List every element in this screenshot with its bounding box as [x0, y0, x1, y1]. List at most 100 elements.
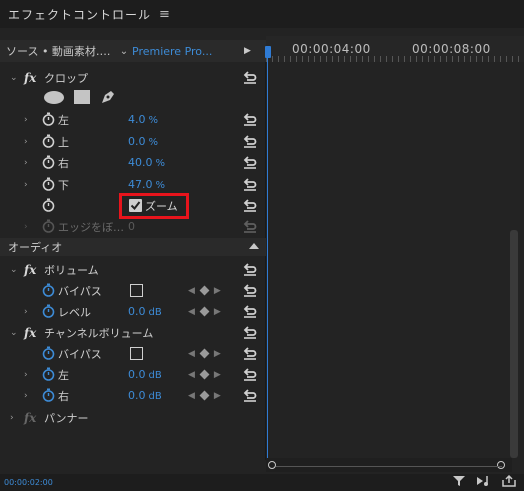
prev-keyframe-icon[interactable]: ◀ [188, 307, 195, 317]
property-row-bypass[interactable]: バイパス ◀ ▶ [0, 280, 266, 301]
bypass-checkbox[interactable] [130, 284, 143, 297]
next-keyframe-icon[interactable]: ▶ [214, 370, 221, 380]
prev-keyframe-icon[interactable]: ◀ [188, 349, 195, 359]
stopwatch-icon[interactable] [42, 219, 55, 233]
stopwatch-icon[interactable] [42, 304, 55, 318]
reset-icon[interactable] [243, 346, 257, 360]
play-audio-icon[interactable] [476, 475, 492, 487]
property-row-right-channel[interactable]: › 右 0.0 dB ◀ ▶ [0, 385, 266, 406]
reset-icon[interactable] [243, 219, 257, 233]
expand-chevron-icon[interactable]: › [10, 413, 14, 423]
reset-icon[interactable] [243, 155, 257, 169]
stopwatch-icon[interactable] [42, 198, 55, 212]
next-keyframe-icon[interactable]: ▶ [214, 391, 221, 401]
scroll-start-handle[interactable] [268, 461, 276, 469]
expand-chevron-icon[interactable]: › [24, 307, 28, 317]
fx-icon[interactable]: fx [24, 71, 36, 85]
expand-chevron-icon[interactable]: › [24, 115, 28, 125]
reset-icon[interactable] [243, 134, 257, 148]
stopwatch-icon[interactable] [42, 177, 55, 191]
collapse-chevron-icon[interactable]: ⌄ [10, 73, 18, 83]
property-value[interactable]: 40.0% [128, 156, 165, 169]
filter-icon[interactable] [452, 475, 466, 487]
expand-chevron-icon[interactable]: › [24, 180, 28, 190]
effect-volume[interactable]: ⌄ fx ボリューム [0, 259, 266, 280]
reset-icon[interactable] [243, 283, 257, 297]
stopwatch-icon[interactable] [42, 134, 55, 148]
ellipse-mask-icon[interactable] [44, 90, 64, 104]
property-value[interactable]: 0.0 dB [128, 389, 162, 402]
vertical-scrollbar[interactable] [510, 230, 518, 458]
add-keyframe-icon[interactable] [199, 390, 210, 401]
property-row-right[interactable]: › 右 40.0% [0, 152, 266, 173]
play-triangle-icon[interactable]: ▶ [244, 46, 251, 56]
property-value[interactable]: 0.0 dB [128, 305, 162, 318]
collapse-triangle-icon[interactable] [249, 243, 259, 249]
property-row-bottom[interactable]: › 下 47.0% [0, 174, 266, 195]
audio-section-header[interactable]: オーディオ [0, 238, 266, 256]
reset-icon[interactable] [243, 367, 257, 381]
value-number[interactable]: 0.0 [128, 389, 146, 402]
rectangle-mask-icon[interactable] [74, 90, 90, 104]
value-number[interactable]: 0.0 [128, 305, 146, 318]
playhead-line[interactable] [267, 58, 268, 458]
prev-keyframe-icon[interactable]: ◀ [188, 286, 195, 296]
value-number[interactable]: 0.0 [128, 368, 146, 381]
add-keyframe-icon[interactable] [199, 348, 210, 359]
add-keyframe-icon[interactable] [199, 306, 210, 317]
panel-title[interactable]: エフェクトコントロール [8, 6, 151, 23]
chevron-down-icon[interactable]: ⌄ [116, 46, 132, 57]
timeline-ruler[interactable]: 00:00:04:00 00:00:08:00 [266, 36, 524, 62]
value-number[interactable]: 47.0 [128, 178, 153, 191]
hamburger-menu-icon[interactable]: ≡ [159, 8, 170, 21]
property-value[interactable]: 0.0% [128, 135, 158, 148]
property-row-left-channel[interactable]: › 左 0.0 dB ◀ ▶ [0, 364, 266, 385]
prev-keyframe-icon[interactable]: ◀ [188, 391, 195, 401]
reset-icon[interactable] [243, 388, 257, 402]
property-row-bypass[interactable]: バイパス ◀ ▶ [0, 343, 266, 364]
fx-icon[interactable]: fx [24, 263, 36, 277]
zoom-label[interactable]: ズーム [145, 198, 178, 214]
horizontal-scrollbar[interactable] [266, 458, 512, 472]
stopwatch-icon[interactable] [42, 155, 55, 169]
stopwatch-icon[interactable] [42, 388, 55, 402]
add-keyframe-icon[interactable] [199, 369, 210, 380]
property-row-level[interactable]: › レベル 0.0 dB ◀ ▶ [0, 301, 266, 322]
scroll-track[interactable] [276, 466, 502, 467]
reset-icon[interactable] [243, 262, 257, 276]
reset-icon[interactable] [243, 177, 257, 191]
fx-icon[interactable]: fx [24, 326, 36, 340]
expand-chevron-icon[interactable]: › [24, 391, 28, 401]
stopwatch-icon[interactable] [42, 346, 55, 360]
property-value[interactable]: 4.0% [128, 113, 158, 126]
expand-chevron-icon[interactable]: › [24, 370, 28, 380]
pen-tool-icon[interactable] [100, 89, 116, 105]
reset-icon[interactable] [243, 304, 257, 318]
effect-channel-volume[interactable]: ⌄ fx チャンネルボリューム [0, 322, 266, 343]
export-icon[interactable] [502, 475, 516, 487]
bypass-checkbox[interactable] [130, 347, 143, 360]
value-number[interactable]: 4.0 [128, 113, 146, 126]
collapse-chevron-icon[interactable]: ⌄ [10, 328, 18, 338]
property-row-left[interactable]: › 左 4.0% [0, 109, 266, 130]
scroll-end-handle[interactable] [497, 461, 505, 469]
collapse-chevron-icon[interactable]: ⌄ [10, 265, 18, 275]
reset-icon[interactable] [243, 325, 257, 339]
expand-chevron-icon[interactable]: › [24, 137, 28, 147]
reset-icon[interactable] [243, 198, 257, 212]
next-keyframe-icon[interactable]: ▶ [214, 349, 221, 359]
clip-selector[interactable]: Premiere Pro... [132, 45, 240, 58]
stopwatch-icon[interactable] [42, 367, 55, 381]
current-timecode[interactable]: 00:00:02:00 [4, 478, 53, 487]
stopwatch-icon[interactable] [42, 112, 55, 126]
property-value[interactable]: 0.0 dB [128, 368, 162, 381]
expand-chevron-icon[interactable]: › [24, 222, 28, 232]
property-row-top[interactable]: › 上 0.0% [0, 131, 266, 152]
reset-icon[interactable] [243, 112, 257, 126]
value-number[interactable]: 0.0 [128, 135, 146, 148]
value-number[interactable]: 40.0 [128, 156, 153, 169]
next-keyframe-icon[interactable]: ▶ [214, 307, 221, 317]
expand-chevron-icon[interactable]: › [24, 158, 28, 168]
reset-icon[interactable] [243, 70, 257, 84]
playhead-handle[interactable] [265, 46, 271, 58]
